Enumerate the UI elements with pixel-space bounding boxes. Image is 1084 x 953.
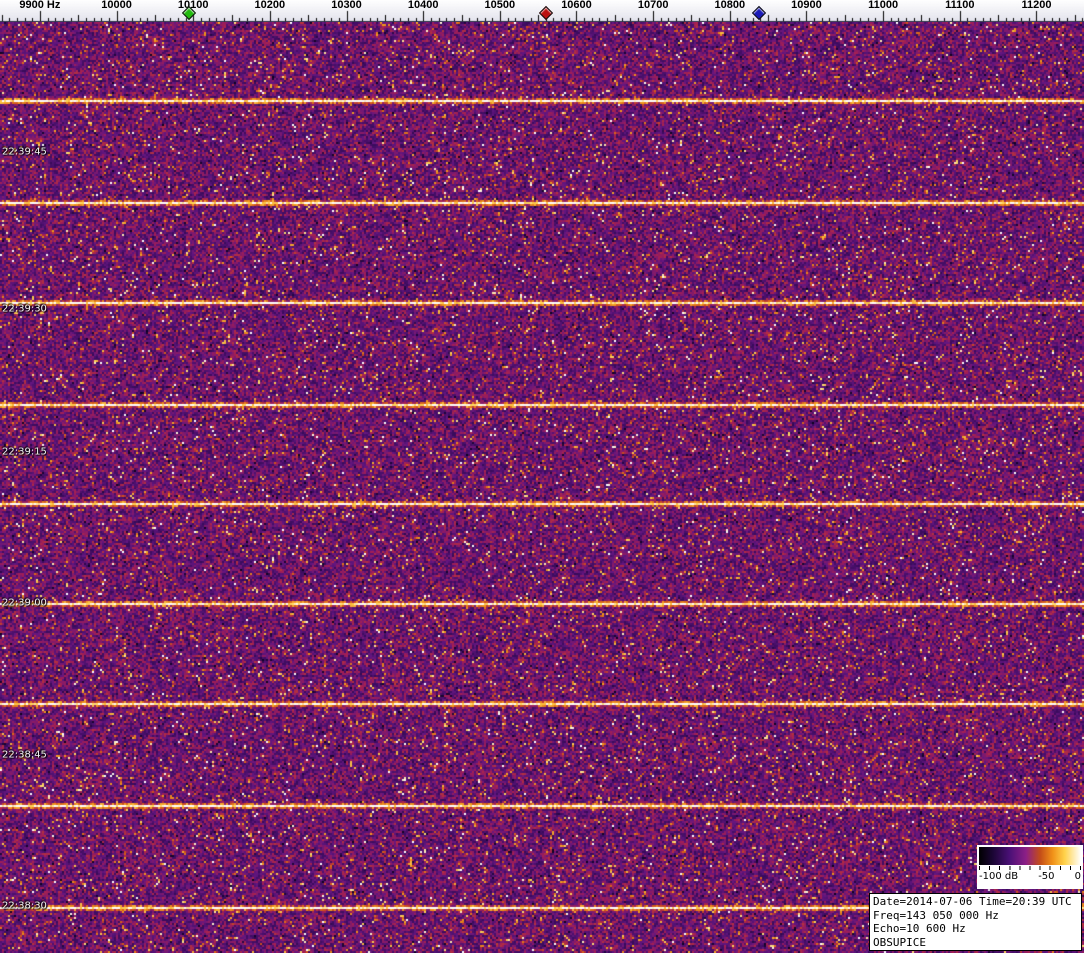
status-info-box: Date=2014-07-06 Time=20:39 UTC Freq=143 … [869, 893, 1082, 951]
freq-tick-label: 10200 [255, 0, 286, 11]
time-tick-label: 22:38:30 [2, 901, 47, 912]
time-tick-label: 22:38:45 [2, 750, 47, 761]
time-tick-label: 22:39:30 [2, 304, 47, 315]
color-scale-panel: -100 dB -50 0 [977, 845, 1083, 889]
station-line: OBSUPICE [873, 936, 1078, 950]
freq-tick-label: 11200 [1021, 0, 1051, 11]
freq-tick-label: 9900 Hz [19, 0, 60, 11]
freq-tick-label: 11100 [945, 0, 974, 11]
time-tick-label: 22:39:00 [2, 598, 47, 609]
freq-tick-label: 10500 [485, 0, 516, 11]
frequency-line: Freq=143 050 000 Hz [873, 909, 1078, 923]
time-tick-label: 22:39:45 [2, 147, 47, 158]
color-scale-max-label: 0 [1075, 870, 1081, 883]
freq-tick-label: 10800 [715, 0, 746, 11]
echo-line: Echo=10 600 Hz [873, 922, 1078, 936]
date-time-line: Date=2014-07-06 Time=20:39 UTC [873, 895, 1078, 909]
spectrogram-app: 9900 Hz100001010010200103001040010500106… [0, 0, 1084, 953]
freq-tick-label: 10600 [561, 0, 592, 11]
freq-tick-label: 10300 [331, 0, 362, 11]
freq-tick-label: 10700 [638, 0, 669, 11]
time-tick-label: 22:39:15 [2, 447, 47, 458]
color-scale-mid-label: -50 [1038, 870, 1054, 883]
freq-tick-label: 10400 [408, 0, 439, 11]
waterfall-display[interactable] [0, 22, 1084, 953]
color-scale-labels: -100 dB -50 0 [979, 870, 1081, 883]
freq-tick-label: 10900 [791, 0, 822, 11]
freq-tick-label: 11000 [868, 0, 898, 11]
color-scale-gradient [979, 847, 1081, 865]
frequency-ruler[interactable]: 9900 Hz100001010010200103001040010500106… [0, 0, 1084, 22]
color-scale-min-label: -100 dB [979, 870, 1018, 883]
freq-tick-label: 10000 [101, 0, 132, 11]
